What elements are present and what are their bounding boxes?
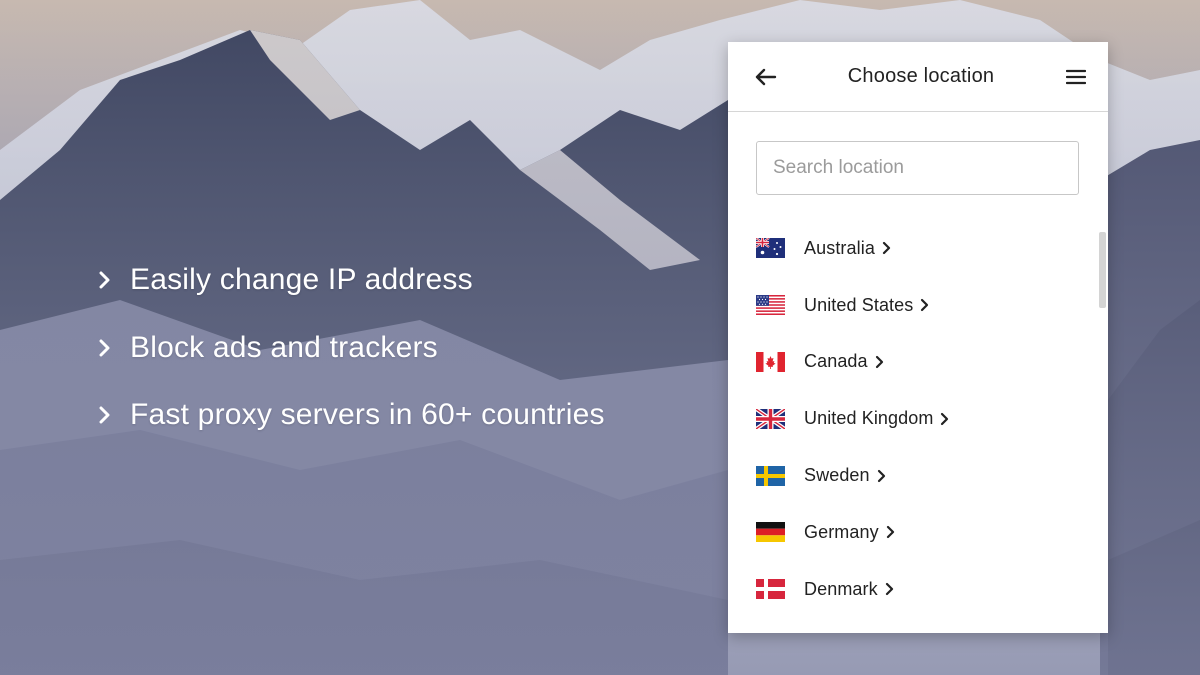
feature-text: Block ads and trackers xyxy=(130,330,438,364)
location-name: Denmark xyxy=(804,578,878,599)
location-item-sweden[interactable]: Sweden xyxy=(756,447,1086,504)
united-kingdom-flag-icon xyxy=(756,408,785,429)
chevron-right-icon xyxy=(95,270,115,290)
chevron-right-icon xyxy=(877,469,887,483)
location-name: United Kingdom xyxy=(804,408,934,429)
australia-flag-icon xyxy=(756,238,785,259)
chevron-right-icon xyxy=(885,582,895,596)
location-item-germany[interactable]: Germany xyxy=(756,504,1086,561)
canada-flag-icon xyxy=(756,351,785,372)
location-name: Germany xyxy=(804,521,879,542)
arrow-left-icon[interactable] xyxy=(754,65,778,89)
feature-item: Fast proxy servers in 60+ countries xyxy=(95,393,605,437)
location-item-denmark[interactable]: Denmark xyxy=(756,561,1086,618)
location-name: Australia xyxy=(804,237,875,258)
location-item-australia[interactable]: Australia xyxy=(756,220,1086,277)
location-item-united-kingdom[interactable]: United Kingdom xyxy=(756,390,1086,447)
chevron-right-icon xyxy=(920,298,930,312)
germany-flag-icon xyxy=(756,522,785,543)
chevron-right-icon xyxy=(882,241,892,255)
location-name: Canada xyxy=(804,351,868,372)
panel-title: Choose location xyxy=(847,65,995,87)
search-input[interactable] xyxy=(756,141,1079,195)
feature-item: Easily change IP address xyxy=(95,258,605,302)
chevron-right-icon xyxy=(940,412,950,426)
chevron-right-icon xyxy=(95,405,115,425)
feature-text: Easily change IP address xyxy=(130,263,473,296)
location-item-canada[interactable]: Canada xyxy=(756,334,1086,391)
location-item-united-states[interactable]: United States xyxy=(756,277,1086,334)
feature-list: Easily change IP address Block ads and t… xyxy=(95,258,605,461)
location-name: Sweden xyxy=(804,465,870,486)
denmark-flag-icon xyxy=(756,579,785,600)
feature-text: Fast proxy servers in 60+ countries xyxy=(130,398,605,431)
feature-item: Block ads and trackers xyxy=(95,326,605,370)
location-name: United States xyxy=(804,294,914,315)
hamburger-menu-icon[interactable] xyxy=(1064,65,1088,89)
united-states-flag-icon xyxy=(756,295,785,316)
chevron-right-icon xyxy=(875,355,885,369)
location-panel: Choose location Australia xyxy=(728,42,1108,633)
sweden-flag-icon xyxy=(756,465,785,486)
chevron-right-icon xyxy=(886,525,896,539)
panel-header: Choose location xyxy=(728,42,1108,112)
location-list: Australia United States Canada United Ki… xyxy=(756,220,1086,618)
chevron-right-icon xyxy=(95,338,115,358)
scrollbar-thumb[interactable] xyxy=(1099,232,1106,308)
